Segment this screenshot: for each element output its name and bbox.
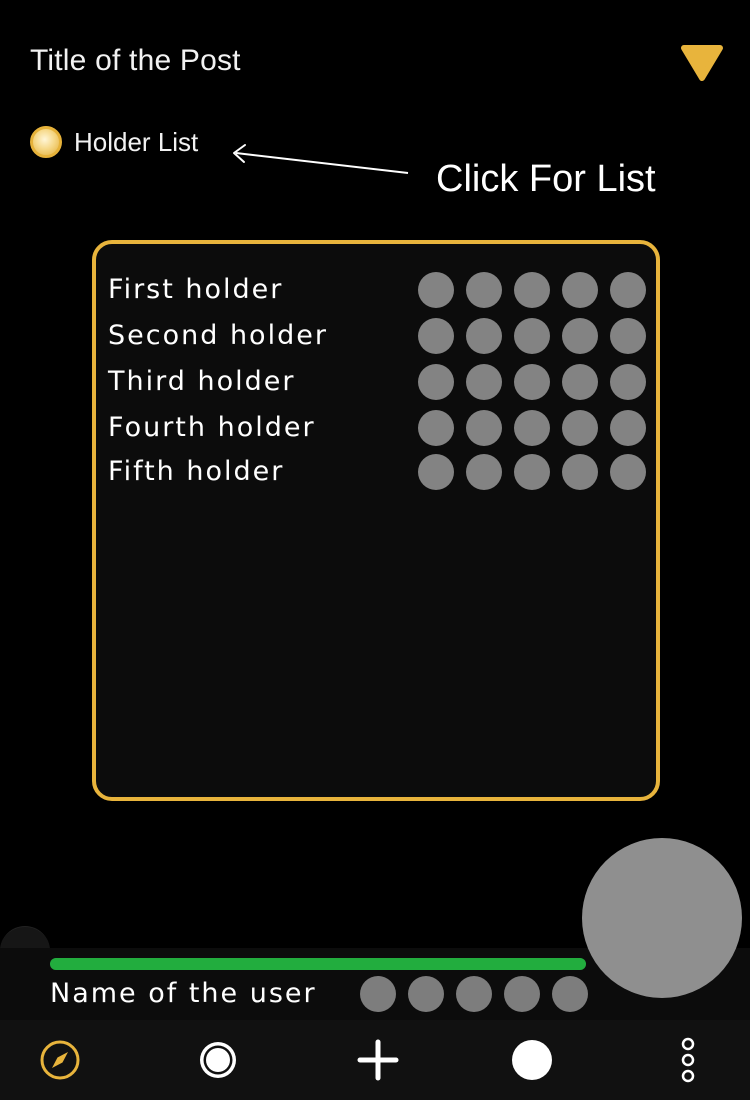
dot-icon xyxy=(418,454,454,490)
dot-icon xyxy=(610,318,646,354)
dot-icon xyxy=(418,318,454,354)
dot-icon xyxy=(562,272,598,308)
dot-icon xyxy=(610,364,646,400)
dot-icon xyxy=(562,454,598,490)
dot-icon xyxy=(418,410,454,446)
dot-icon xyxy=(514,454,550,490)
holder-dots xyxy=(418,410,646,446)
post-title: Title of the Post xyxy=(30,44,241,77)
nav-explore-button[interactable] xyxy=(20,1020,100,1100)
plus-icon xyxy=(357,1039,399,1081)
nav-add-button[interactable] xyxy=(338,1020,418,1100)
holder-list-panel: First holder Second holder Third holder … xyxy=(92,240,660,801)
dot-icon xyxy=(610,272,646,308)
dot-icon xyxy=(418,272,454,308)
holder-name: First holder xyxy=(108,274,284,305)
dot-icon xyxy=(466,410,502,446)
dot-icon xyxy=(466,272,502,308)
user-progress-fill xyxy=(50,958,586,970)
dot-icon xyxy=(456,976,492,1012)
dot-icon xyxy=(466,318,502,354)
dot-icon xyxy=(466,364,502,400)
holder-dots xyxy=(418,272,646,308)
dot-icon xyxy=(562,364,598,400)
dot-icon xyxy=(514,364,550,400)
dot-icon xyxy=(514,318,550,354)
nav-ring-button[interactable] xyxy=(178,1020,258,1100)
dot-icon xyxy=(552,976,588,1012)
dot-icon xyxy=(514,272,550,308)
holder-name: Fifth holder xyxy=(108,456,285,487)
dot-icon xyxy=(514,410,550,446)
dot-icon xyxy=(562,318,598,354)
dot-icon xyxy=(610,410,646,446)
holder-dots xyxy=(418,454,646,490)
arrow-left-icon xyxy=(233,144,409,174)
nav-more-button[interactable] xyxy=(648,1020,728,1100)
holder-name: Fourth holder xyxy=(108,412,316,443)
dot-icon xyxy=(360,976,396,1012)
filled-circle-icon xyxy=(512,1040,552,1080)
holder-row[interactable]: Third holder xyxy=(108,362,648,402)
user-dots xyxy=(360,976,588,1012)
click-for-list-callout: Click For List xyxy=(436,158,656,200)
compass-icon xyxy=(40,1040,80,1080)
holder-list-label: Holder List xyxy=(74,126,199,157)
holder-dots xyxy=(418,364,646,400)
user-progress-bar xyxy=(50,958,586,970)
holder-name: Third holder xyxy=(108,366,296,397)
dot-icon xyxy=(610,454,646,490)
user-name: Name of the user xyxy=(50,978,317,1009)
holder-row[interactable]: Second holder xyxy=(108,316,648,356)
holder-name: Second holder xyxy=(108,320,328,351)
dot-icon xyxy=(562,410,598,446)
dot-icon xyxy=(504,976,540,1012)
holder-list-toggle[interactable]: Holder List xyxy=(30,126,198,158)
holder-row[interactable]: Fifth holder xyxy=(108,452,648,492)
avatar[interactable] xyxy=(582,838,742,998)
holder-row[interactable]: First holder xyxy=(108,270,648,310)
dropdown-button[interactable] xyxy=(680,44,724,82)
dot-icon xyxy=(418,364,454,400)
dot-icon xyxy=(466,454,502,490)
dot-icon xyxy=(408,976,444,1012)
bottom-nav xyxy=(0,1020,750,1100)
nav-circle-button[interactable] xyxy=(492,1020,572,1100)
holder-row[interactable]: Fourth holder xyxy=(108,408,648,448)
radio-selected-icon xyxy=(30,126,62,158)
ring-icon xyxy=(200,1042,236,1078)
holder-dots xyxy=(418,318,646,354)
more-vertical-icon xyxy=(681,1037,695,1083)
triangle-down-icon xyxy=(681,45,723,81)
